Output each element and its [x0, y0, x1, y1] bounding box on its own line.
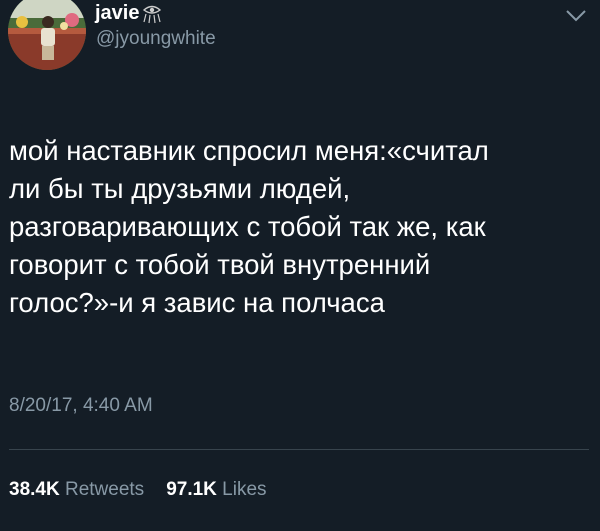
tweet-timestamp[interactable]: 8/20/17, 4:40 AM — [9, 394, 153, 418]
tweet-text-line: ли бы ты друзьями людей, — [9, 173, 351, 204]
eye-of-providence-icon — [143, 5, 162, 24]
retweets-label: Retweets — [64, 479, 145, 500]
likes-label: Likes — [222, 479, 267, 500]
display-name: javie — [95, 2, 140, 24]
tweet-text-line: мой наставник спросил меня:«считал — [9, 135, 489, 166]
tweet-text: мой наставник спросил меня:«считал ли бы… — [9, 132, 594, 322]
likes-stat[interactable]: 97.1K Likes — [166, 479, 266, 500]
author-name[interactable]: javie — [95, 2, 163, 24]
avatar[interactable] — [8, 0, 86, 70]
retweets-stat[interactable]: 38.4K Retweets — [9, 479, 144, 500]
divider — [9, 449, 589, 450]
chevron-down-icon[interactable] — [564, 8, 588, 24]
retweets-count: 38.4K — [9, 479, 60, 500]
tweet-text-line: голос?»-и я завис на полчаса — [9, 287, 385, 318]
tweet-stats: 38.4K Retweets 97.1K Likes — [9, 478, 267, 502]
avatar-photo — [8, 0, 86, 70]
likes-count: 97.1K — [166, 479, 217, 500]
author-handle[interactable]: @jyoungwhite — [96, 28, 216, 50]
tweet-text-line: говорит с тобой твой внутренний — [9, 249, 431, 280]
tweet-card: javie @jyoungwhite мой наставник спросил… — [0, 0, 600, 531]
tweet-text-line: разговаривающих с тобой так же, как — [9, 211, 486, 242]
